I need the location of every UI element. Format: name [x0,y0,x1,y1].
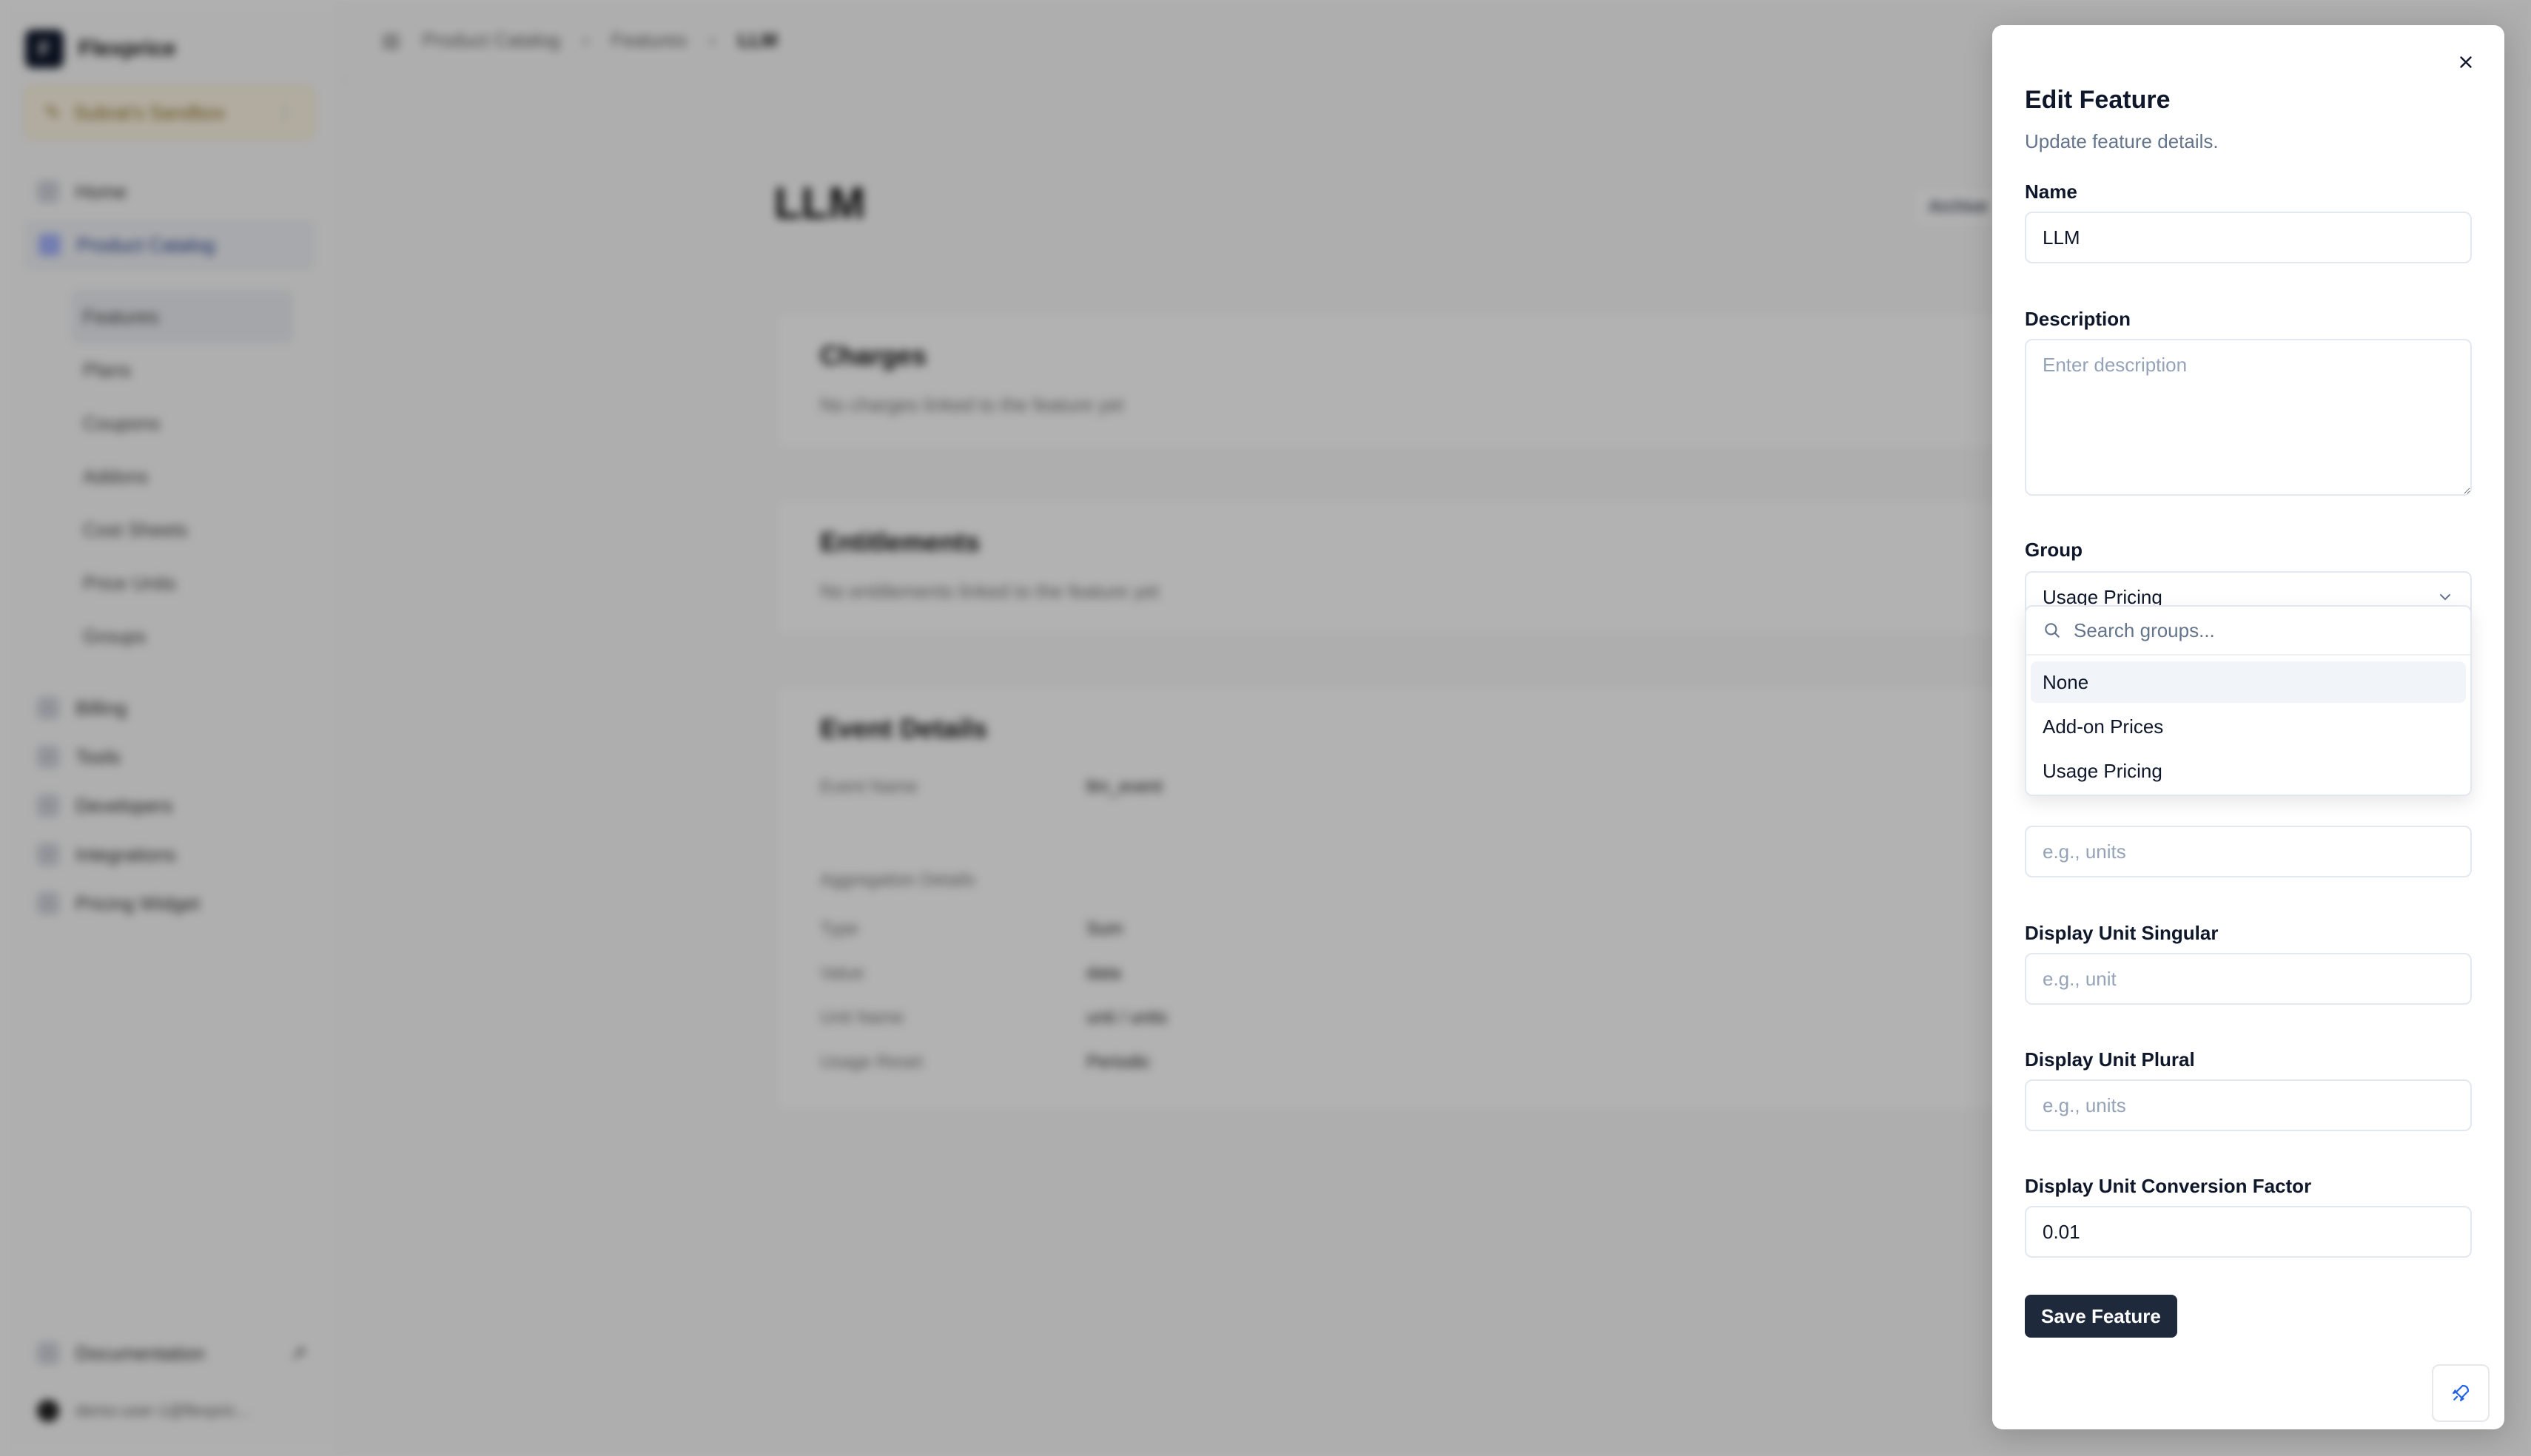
group-search-input[interactable] [2072,618,2430,643]
conversion-factor-label: Display Unit Conversion Factor [2025,1175,2312,1197]
name-label: Name [2025,181,2077,203]
panel-title: Edit Feature [2025,86,2171,114]
panel-subtitle: Update feature details. [2025,130,2219,152]
group-dropdown: None Add-on Prices Usage Pricing [2025,605,2472,796]
group-label: Group [2025,539,2083,561]
description-field[interactable] [2025,339,2472,496]
unit-plural-field[interactable] [2025,826,2472,877]
search-icon [2045,623,2060,638]
display-unit-singular-label: Display Unit Singular [2025,922,2219,944]
group-option-none[interactable]: None [2031,661,2466,703]
group-search [2026,607,2470,655]
edit-feature-panel: Edit Feature Update feature details. Nam… [1992,25,2504,1429]
description-label: Description [2025,308,2131,330]
group-option-usage-pricing[interactable]: Usage Pricing [2031,750,2466,792]
rocket-icon [2453,1384,2470,1401]
group-option-add-on-prices[interactable]: Add-on Prices [2031,706,2466,747]
close-icon [2460,56,2472,68]
display-unit-singular-field[interactable] [2025,953,2472,1005]
chevron-down-icon [2440,594,2450,601]
name-field[interactable] [2025,212,2472,263]
group-options: None Add-on Prices Usage Pricing [2031,661,2466,795]
display-unit-plural-label: Display Unit Plural [2025,1048,2195,1071]
conversion-factor-field[interactable] [2025,1206,2472,1258]
display-unit-plural-field[interactable] [2025,1079,2472,1131]
save-feature-button[interactable]: Save Feature [2025,1295,2177,1338]
close-button[interactable] [2450,46,2482,78]
launch-button[interactable] [2432,1364,2490,1422]
